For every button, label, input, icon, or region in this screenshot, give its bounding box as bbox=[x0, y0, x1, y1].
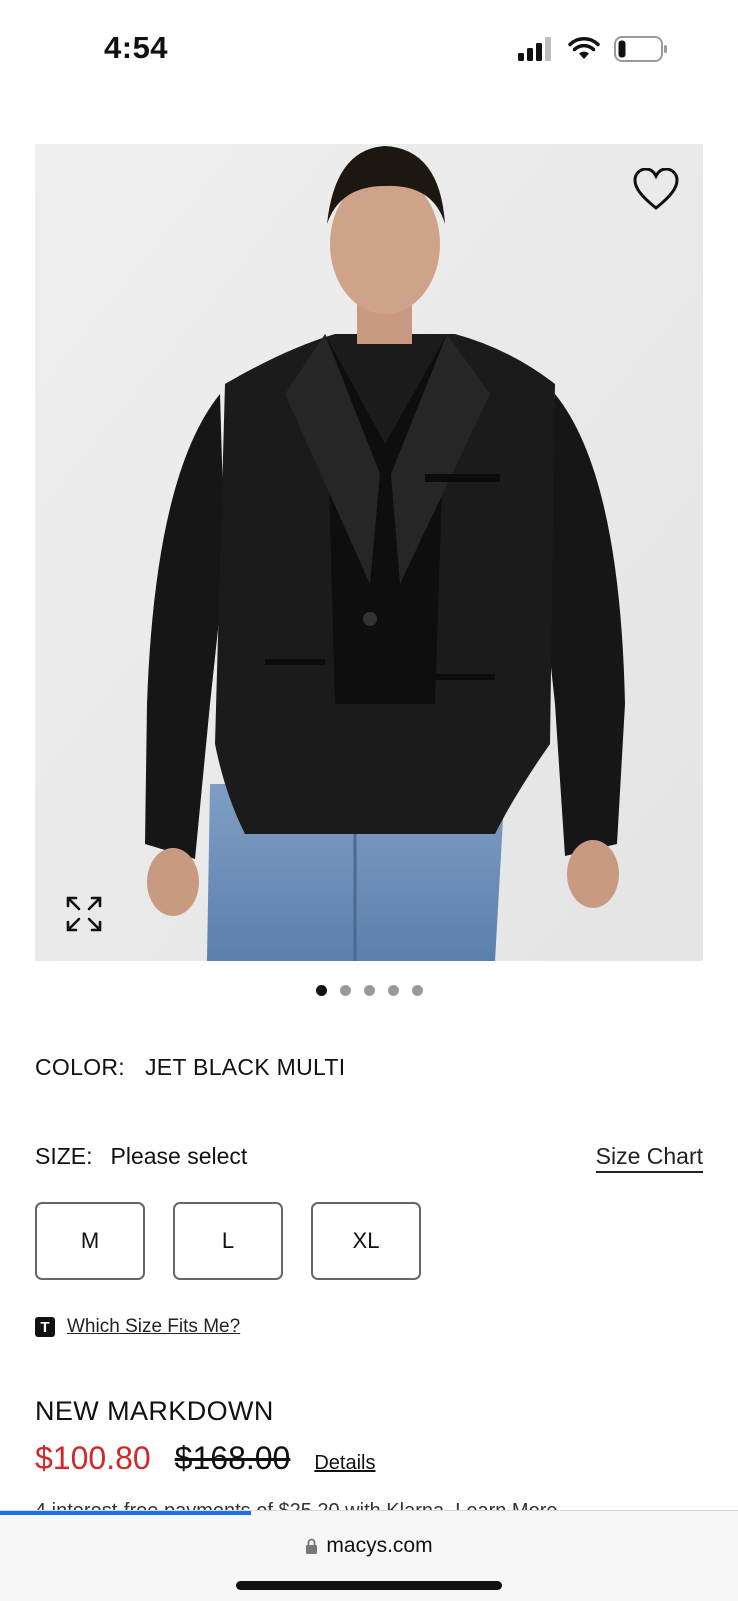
size-options: M L XL bbox=[35, 1202, 421, 1280]
product-photo bbox=[35, 144, 703, 961]
size-selection: SIZE: Please select Size Chart bbox=[35, 1143, 703, 1173]
page-load-progress bbox=[0, 1511, 251, 1515]
lock-icon bbox=[306, 1538, 318, 1554]
battery-icon bbox=[614, 36, 667, 62]
size-chart-link[interactable]: Size Chart bbox=[595, 1143, 703, 1173]
signal-icon bbox=[518, 37, 551, 61]
color-value: JET BLACK MULTI bbox=[144, 1054, 346, 1080]
size-button-xl[interactable]: XL bbox=[311, 1202, 421, 1280]
product-image[interactable] bbox=[35, 144, 703, 961]
size-placeholder: Please select bbox=[110, 1143, 248, 1169]
carousel-dot[interactable] bbox=[363, 985, 375, 996]
details-link[interactable]: Details bbox=[314, 1452, 375, 1475]
size-button-m[interactable]: M bbox=[35, 1202, 145, 1280]
carousel-dot[interactable] bbox=[339, 985, 351, 996]
promo-label: NEW MARKDOWN bbox=[35, 1396, 274, 1426]
address-bar[interactable]: macys.com bbox=[0, 1534, 738, 1558]
price-row: $100.80 $168.00 Details bbox=[35, 1440, 375, 1477]
wishlist-heart-icon[interactable] bbox=[633, 168, 679, 212]
size-label: SIZE: bbox=[35, 1143, 93, 1169]
original-price: $168.00 bbox=[174, 1440, 291, 1476]
carousel-dots bbox=[0, 985, 738, 996]
size-button-l[interactable]: L bbox=[173, 1202, 283, 1280]
which-size-fits-link[interactable]: Which Size Fits Me? bbox=[67, 1316, 240, 1338]
carousel-dot[interactable] bbox=[411, 985, 423, 996]
carousel-dot[interactable] bbox=[387, 985, 399, 996]
home-indicator[interactable] bbox=[236, 1581, 502, 1590]
fit-guide: T Which Size Fits Me? bbox=[35, 1316, 240, 1338]
browser-bar: macys.com bbox=[0, 1510, 738, 1601]
color-label: COLOR: bbox=[35, 1054, 125, 1080]
carousel-dot[interactable] bbox=[315, 985, 327, 996]
expand-icon[interactable] bbox=[65, 895, 103, 933]
color-selection: COLOR: JET BLACK MULTI bbox=[35, 1054, 345, 1081]
status-bar: 4:54 bbox=[0, 0, 738, 100]
true-fit-logo: T bbox=[35, 1317, 55, 1337]
url-text: macys.com bbox=[326, 1534, 433, 1557]
sale-price: $100.80 bbox=[35, 1440, 151, 1476]
status-icons bbox=[518, 36, 668, 62]
wifi-icon bbox=[568, 37, 600, 59]
status-time: 4:54 bbox=[104, 30, 169, 65]
